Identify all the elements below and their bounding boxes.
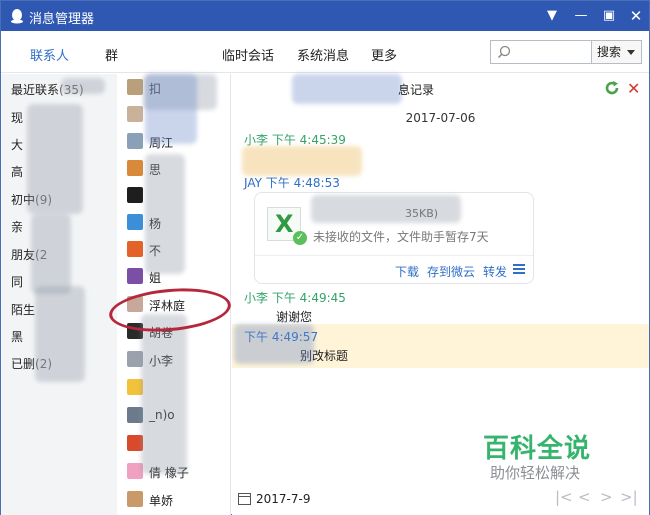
file-status: 未接收的文件，文件助手暂存7天 [313,230,489,244]
chat-title: 息记录 [398,83,435,97]
redaction-scribble [141,314,187,474]
tab-system-messages[interactable]: 系统消息 [297,45,349,64]
window-title: 消息管理器 [29,12,95,27]
redaction-scribble [31,214,71,294]
contact-categories: 最近联系(35) 现 大 高 初中(9) 亲 朋友(2 同 陌生 黑 已删(2) [1,74,117,515]
message-sender: 小李 [244,291,269,305]
category-item[interactable]: 现 [11,109,23,126]
footer-date: 2017-7-9 [256,492,311,506]
file-card: X ✓ 35KB) 未接收的文件，文件助手暂存7天 下载 存到微云 转发 [254,192,534,284]
download-link[interactable]: 下载 [395,263,419,280]
message-time: 下午 4:49:45 [271,291,346,305]
maximize-button[interactable]: ▣ [598,6,620,26]
redaction-scribble [61,78,105,94]
minimize-button[interactable]: — [570,6,592,26]
previous-page-button[interactable]: < [578,488,591,506]
category-relatives[interactable]: 亲 [11,218,23,235]
search-icon [497,45,511,59]
avatar [127,241,143,257]
message-header: 小李 下午 4:49:45 [244,289,346,306]
check-icon: ✓ [293,231,307,245]
redaction-scribble [145,74,197,144]
menu-icon[interactable] [513,262,525,276]
message-header: JAY 下午 4:48:53 [244,174,340,191]
avatar [127,268,143,284]
tab-groups[interactable]: 群 [105,45,118,64]
forward-link[interactable]: 转发 [483,263,507,280]
avatar [127,491,143,507]
avatar [127,106,143,122]
search-button[interactable]: 搜索 [592,40,642,64]
message-text: 谢谢您 [276,310,313,324]
list-item[interactable]: 单娇 [125,489,229,509]
avatar [127,187,143,203]
avatar [127,214,143,230]
category-strangers[interactable]: 陌生 [11,301,35,318]
chevron-down-icon[interactable] [627,50,635,55]
title-bar: 消息管理器 ▼ — ▣ ✕ [1,1,649,31]
avatar [127,133,143,149]
redaction-scribble [35,286,85,382]
save-to-weiyun-link[interactable]: 存到微云 [427,263,475,280]
last-page-button[interactable]: >| [620,488,638,506]
calendar-icon[interactable] [238,493,251,505]
close-button[interactable]: ✕ [625,6,647,26]
message-time: 下午 4:45:39 [271,133,346,147]
search-input[interactable] [515,43,589,61]
redaction-scribble [234,324,314,364]
message-sender: JAY [244,176,262,190]
search-button-label: 搜索 [597,45,622,59]
tab-more[interactable]: 更多 [371,45,397,64]
dropdown-menu-button[interactable]: ▼ [541,6,563,26]
avatar [127,160,143,176]
delete-icon[interactable]: ✕ [627,79,640,98]
category-blacklist[interactable]: 黑 [11,328,23,345]
tab-temporary-sessions[interactable]: 临时会话 [222,45,274,64]
watermark-slogan: 助你轻松解决 [490,464,581,482]
watermark-logo: 百科全说 [483,434,592,464]
divider [255,255,533,256]
redaction-scribble [145,154,185,274]
tab-toolbar: 联系人 群 临时会话 系统消息 更多 搜索 [1,31,649,73]
category-item[interactable]: 高 [11,163,23,180]
next-page-button[interactable]: > [600,488,613,506]
message-manager-window: 消息管理器 ▼ — ▣ ✕ 联系人 群 临时会话 系统消息 更多 搜索 最近联系… [0,0,650,515]
date-picker[interactable]: 2017-7-9 [238,492,310,506]
category-item[interactable]: 大 [11,136,23,153]
message-sender: 小李 [244,133,269,147]
search-box[interactable] [490,40,592,64]
redaction-scribble [311,195,461,223]
category-colleagues[interactable]: 同 [11,273,23,290]
redaction-scribble [27,104,83,214]
date-separator: 2017-07-06 [405,111,476,125]
refresh-icon[interactable] [604,80,620,96]
first-page-button[interactable]: |< [555,488,573,506]
redaction-scribble [242,146,362,176]
avatar [127,79,143,95]
tab-contacts[interactable]: 联系人 [30,45,69,64]
redaction-scribble [292,74,402,104]
penguin-icon [11,9,23,24]
message-time: 下午 4:48:53 [265,176,340,190]
